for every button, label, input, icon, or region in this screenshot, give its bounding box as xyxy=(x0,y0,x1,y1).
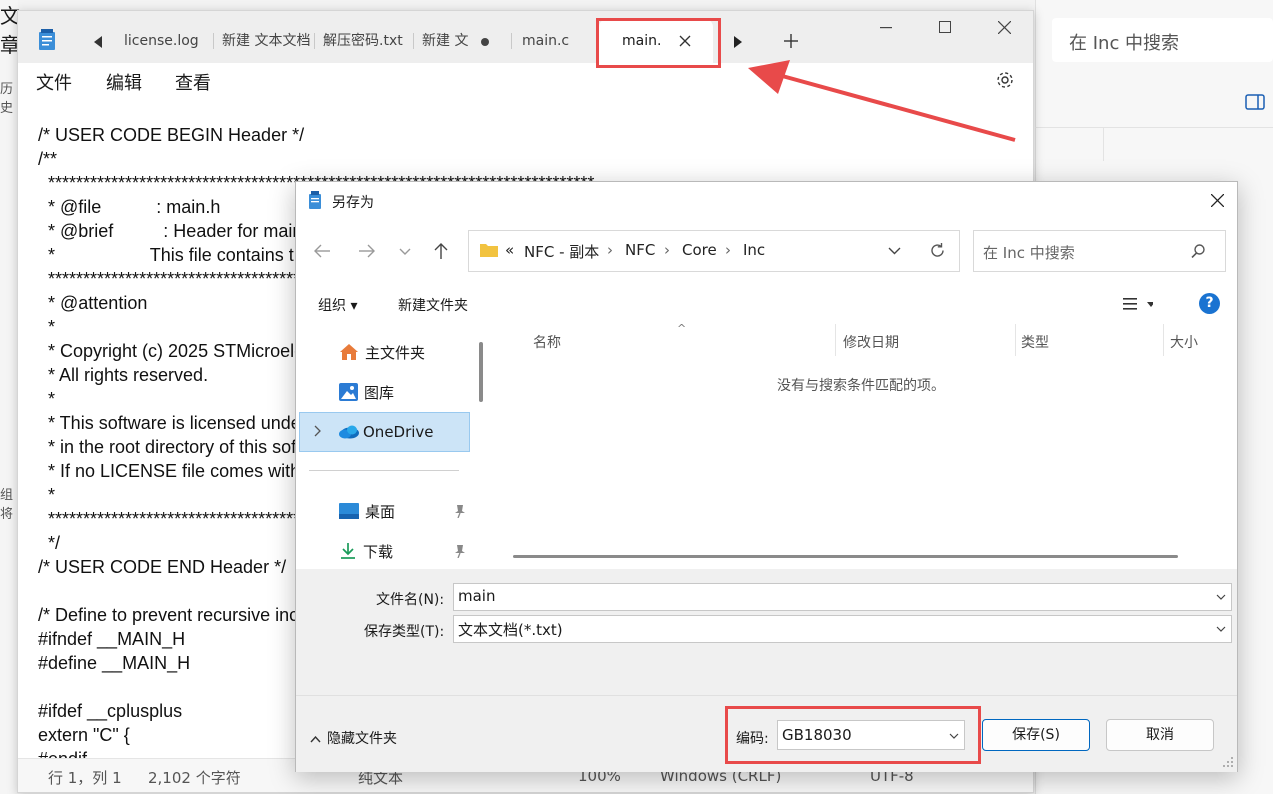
filetype-label: 保存类型(T): xyxy=(364,624,445,640)
breadcrumb-overflow[interactable]: « xyxy=(505,241,514,259)
encoding-select[interactable]: GB18030 xyxy=(777,720,965,750)
home-icon xyxy=(339,343,359,361)
column-type[interactable]: 类型 xyxy=(1021,332,1049,352)
forward-arrow-icon[interactable] xyxy=(359,244,375,258)
breadcrumb-separator: › xyxy=(607,241,613,259)
up-arrow-icon[interactable] xyxy=(434,243,448,259)
dialog-notepad-icon xyxy=(308,191,322,209)
nav-gallery[interactable]: 图库 xyxy=(339,372,479,412)
recent-dropdown-icon[interactable] xyxy=(399,248,411,256)
address-bar[interactable]: « NFC - 副本 › NFC › Core › Inc xyxy=(468,230,960,272)
download-icon xyxy=(339,542,357,560)
dialog-search-input[interactable]: 在 Inc 中搜索 xyxy=(973,230,1226,272)
encoding-value: GB18030 xyxy=(782,726,852,744)
nav-home-label: 主文件夹 xyxy=(365,343,426,362)
expand-chevron-icon[interactable] xyxy=(314,425,321,437)
column-separator xyxy=(835,324,836,356)
column-separator xyxy=(1015,324,1016,356)
desktop-icon xyxy=(339,503,359,519)
help-icon[interactable]: ? xyxy=(1199,293,1220,314)
nav-desktop[interactable]: 桌面 xyxy=(339,491,469,531)
nav-divider xyxy=(309,470,459,471)
breadcrumb-inc[interactable]: Inc xyxy=(743,241,765,259)
filetype-dropdown-icon[interactable] xyxy=(1216,626,1226,632)
dialog-close-icon[interactable] xyxy=(1211,194,1224,207)
dialog-titlebar: 另存为 xyxy=(296,182,1237,219)
search-icon xyxy=(1191,244,1205,258)
filename-value: main xyxy=(458,587,496,605)
pin-icon[interactable] xyxy=(454,505,466,518)
breadcrumb-core[interactable]: Core xyxy=(682,241,717,259)
nav-gallery-label: 图库 xyxy=(364,383,395,402)
navigation-pane: 主文件夹 图库 OneDrive 桌面 下载 xyxy=(296,322,493,569)
nav-home[interactable]: 主文件夹 xyxy=(339,332,479,372)
breadcrumb-separator: › xyxy=(725,241,731,259)
resize-grip-icon[interactable] xyxy=(1222,756,1234,768)
sort-up-icon: ^ xyxy=(677,322,687,335)
filename-dropdown-icon[interactable] xyxy=(1216,594,1226,600)
hide-folders-label: 隐藏文件夹 xyxy=(327,731,397,747)
dialog-fields: 文件名(N): main 保存类型(T): 文本文档(*.txt) xyxy=(296,569,1237,695)
address-dropdown-icon[interactable] xyxy=(888,247,901,255)
filename-label: 文件名(N): xyxy=(376,592,445,608)
horizontal-scrollbar[interactable] xyxy=(513,555,1178,558)
nav-onedrive-selected[interactable]: OneDrive xyxy=(299,412,470,452)
nav-downloads-label: 下载 xyxy=(363,542,394,561)
encoding-label: 编码: xyxy=(736,731,769,747)
back-arrow-icon[interactable] xyxy=(314,244,330,258)
empty-message: 没有与搜索条件匹配的项。 xyxy=(777,378,945,394)
file-list: ^ 名称 修改日期 类型 大小 没有与搜索条件匹配的项。 xyxy=(493,322,1237,569)
save-button[interactable]: 保存(S) xyxy=(982,719,1090,751)
dialog-search-placeholder: 在 Inc 中搜索 xyxy=(983,244,1075,262)
filetype-select[interactable]: 文本文档(*.txt) xyxy=(453,615,1232,643)
dialog-toolbar: 组织 ▾ 新建文件夹 ? xyxy=(296,286,1237,322)
filename-input[interactable]: main xyxy=(453,583,1232,611)
breadcrumb-separator: › xyxy=(664,241,670,259)
nav-downloads[interactable]: 下载 xyxy=(339,531,469,571)
column-separator xyxy=(1163,324,1164,356)
column-name[interactable]: 名称 xyxy=(533,332,561,352)
breadcrumb-nfc-copy[interactable]: NFC - 副本 xyxy=(524,241,599,262)
save-as-dialog: 另存为 « NFC - 副本 › NFC › Core › Inc 在 Inc xyxy=(295,181,1238,772)
nav-desktop-label: 桌面 xyxy=(365,502,396,521)
nav-scrollbar[interactable] xyxy=(479,342,483,402)
filetype-value: 文本文档(*.txt) xyxy=(458,621,563,639)
view-options-icon[interactable] xyxy=(1123,297,1153,311)
pin-icon[interactable] xyxy=(454,545,466,558)
gallery-icon xyxy=(339,383,358,401)
cancel-button[interactable]: 取消 xyxy=(1106,719,1214,751)
new-folder-button[interactable]: 新建文件夹 xyxy=(398,295,468,315)
column-modified[interactable]: 修改日期 xyxy=(843,332,899,352)
refresh-icon[interactable] xyxy=(929,242,946,259)
organize-label: 组织 xyxy=(318,298,346,314)
dialog-title: 另存为 xyxy=(332,195,374,211)
folder-icon xyxy=(480,242,498,257)
collapse-chevron-icon xyxy=(310,735,321,742)
breadcrumb-nfc[interactable]: NFC xyxy=(625,241,655,259)
hide-folders-toggle[interactable]: 隐藏文件夹 xyxy=(310,728,397,748)
organize-button[interactable]: 组织 ▾ xyxy=(318,295,357,315)
column-size[interactable]: 大小 xyxy=(1170,332,1198,352)
dialog-footer: 隐藏文件夹 编码: GB18030 保存(S) 取消 xyxy=(296,695,1237,772)
encoding-dropdown-icon[interactable] xyxy=(949,733,959,739)
onedrive-icon xyxy=(338,425,360,439)
nav-onedrive-label: OneDrive xyxy=(363,423,434,441)
